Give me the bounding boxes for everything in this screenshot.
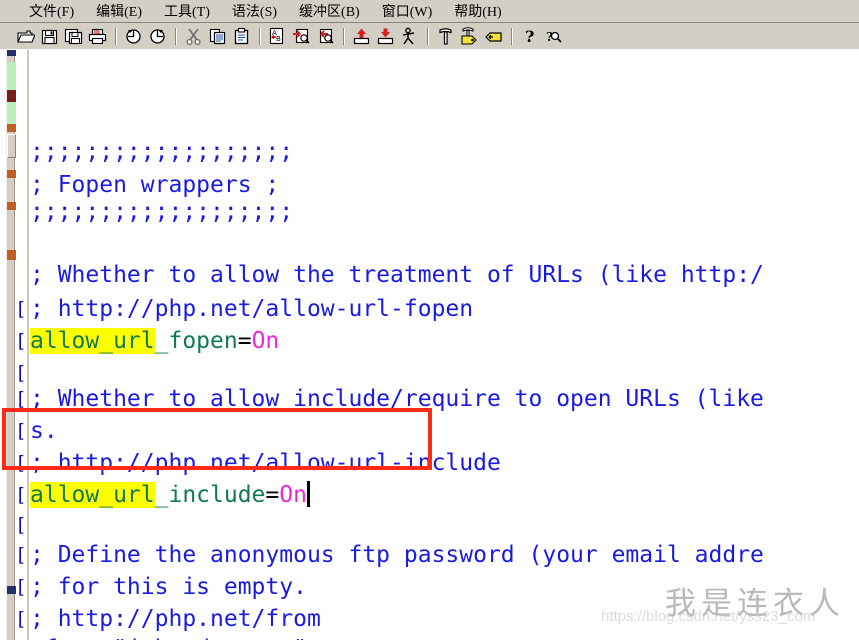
text-line[interactable]: allow_url_include=On	[30, 478, 310, 513]
text-caret	[306, 481, 310, 507]
gutter-wrap-marker: [	[15, 576, 27, 598]
menu-buffers[interactable]: 缓冲区(B)	[288, 0, 371, 23]
text-line[interactable]: ; for this is empty.	[30, 570, 307, 605]
menu-window[interactable]: 窗口(W)	[371, 0, 444, 23]
text-span-comment: ; for this is empty.	[30, 574, 307, 600]
gutter-wrap-marker: [	[15, 388, 27, 410]
text-span-comment: ;;;;;;;;;;;;;;;;;;;	[30, 139, 294, 165]
svg-text:B: B	[276, 35, 281, 43]
text-buffer[interactable]: ;;;;;;;;;;;;;;;;;;;; Fopen wrappers ;;;;…	[0, 50, 859, 640]
status-mode-line: -- 插入 --	[14, 608, 189, 640]
gutter-wrap-marker: [	[15, 298, 27, 320]
redo-icon[interactable]	[146, 25, 169, 48]
help-question-icon[interactable]: ?	[518, 25, 541, 48]
text-span-comment: ; http://php.net/allow-url-fopen	[30, 296, 474, 322]
text-span-key-highlight: allow_url	[30, 482, 155, 508]
text-span-op: =	[237, 328, 252, 354]
run-script-icon[interactable]	[398, 25, 421, 48]
text-span-comment: ; http://php.net/allow-url-include	[30, 450, 501, 476]
text-span-comment: ; Whether to allow include/require to op…	[30, 386, 764, 412]
text-line[interactable]: ;;;;;;;;;;;;;;;;;;;	[30, 195, 293, 230]
menu-edit[interactable]: 编辑(E)	[85, 0, 153, 23]
copy-icon[interactable]	[206, 25, 229, 48]
open-file-icon[interactable]	[14, 25, 37, 48]
vim-gui-window: 文件(F) 编辑(E) 工具(T) 语法(S) 缓冲区(B) 窗口(W) 帮助(…	[0, 0, 859, 640]
text-span-comment: ; Define the anonymous ftp password (you…	[30, 542, 764, 568]
jump-tag-icon[interactable]	[482, 25, 505, 48]
toolbar-separator	[175, 27, 177, 45]
menu-file[interactable]: 文件(F)	[18, 0, 85, 23]
gutter-wrap-marker: [	[15, 544, 27, 566]
svg-text:?: ?	[525, 27, 534, 46]
text-line[interactable]: ; Whether to allow include/require to op…	[30, 382, 764, 417]
find-prev-icon[interactable]	[314, 25, 337, 48]
gutter-wrap-marker: [	[15, 330, 27, 352]
text-line[interactable]: ; http://php.net/allow-url-include	[30, 446, 501, 481]
menu-syntax[interactable]: 语法(S)	[221, 0, 288, 23]
text-span-key-highlight: allow_url	[30, 328, 155, 354]
cut-scissors-icon[interactable]	[182, 25, 205, 48]
toolbar-separator	[427, 27, 429, 45]
text-span-op: =	[265, 482, 280, 508]
text-line[interactable]: ;;;;;;;;;;;;;;;;;;;	[30, 135, 293, 170]
text-span-comment: ; Whether to allow the treatment of URLs…	[30, 262, 764, 288]
build-tags-icon[interactable]	[458, 25, 481, 48]
gutter-wrap-marker: [	[15, 452, 27, 474]
text-line[interactable]: s.	[30, 414, 58, 449]
text-line[interactable]: ; http://php.net/allow-url-fopen	[30, 292, 473, 327]
make-hammer-icon[interactable]	[434, 25, 457, 48]
text-span-comment: s.	[30, 418, 58, 444]
save-all-icon[interactable]	[62, 25, 85, 48]
text-span-key: _include	[154, 482, 266, 508]
menu-tools[interactable]: 工具(T)	[153, 0, 221, 23]
text-span-val: On	[279, 482, 307, 508]
menu-help[interactable]: 帮助(H)	[443, 0, 512, 23]
save-icon[interactable]	[38, 25, 61, 48]
find-help-icon[interactable]: ?	[542, 25, 565, 48]
load-session-icon[interactable]	[350, 25, 373, 48]
paste-icon[interactable]	[230, 25, 253, 48]
toolbar-separator	[259, 27, 261, 45]
print-icon[interactable]	[86, 25, 109, 48]
text-line[interactable]: allow_url_fopen=On	[30, 324, 279, 359]
find-next-icon[interactable]	[290, 25, 313, 48]
text-span-val: On	[251, 328, 280, 354]
undo-icon[interactable]	[122, 25, 145, 48]
text-span-comment: ;;;;;;;;;;;;;;;;;;;	[30, 199, 294, 225]
toolbar-separator	[511, 27, 513, 45]
find-replace-icon[interactable]: A B	[266, 25, 289, 48]
gutter-wrap-marker: [	[15, 420, 27, 442]
toolbar-separator	[115, 27, 117, 45]
save-session-icon[interactable]	[374, 25, 397, 48]
toolbar: A B ? ?	[0, 23, 859, 50]
toolbar-separator	[343, 27, 345, 45]
text-line[interactable]: ; Define the anonymous ftp password (you…	[30, 538, 764, 573]
editor-area[interactable]: ;;;;;;;;;;;;;;;;;;;; Fopen wrappers ;;;;…	[0, 50, 859, 640]
text-span-key: _fopen	[154, 328, 238, 354]
menu-bar: 文件(F) 编辑(E) 工具(T) 语法(S) 缓冲区(B) 窗口(W) 帮助(…	[0, 0, 859, 23]
text-line[interactable]: ; Whether to allow the treatment of URLs…	[30, 258, 764, 293]
